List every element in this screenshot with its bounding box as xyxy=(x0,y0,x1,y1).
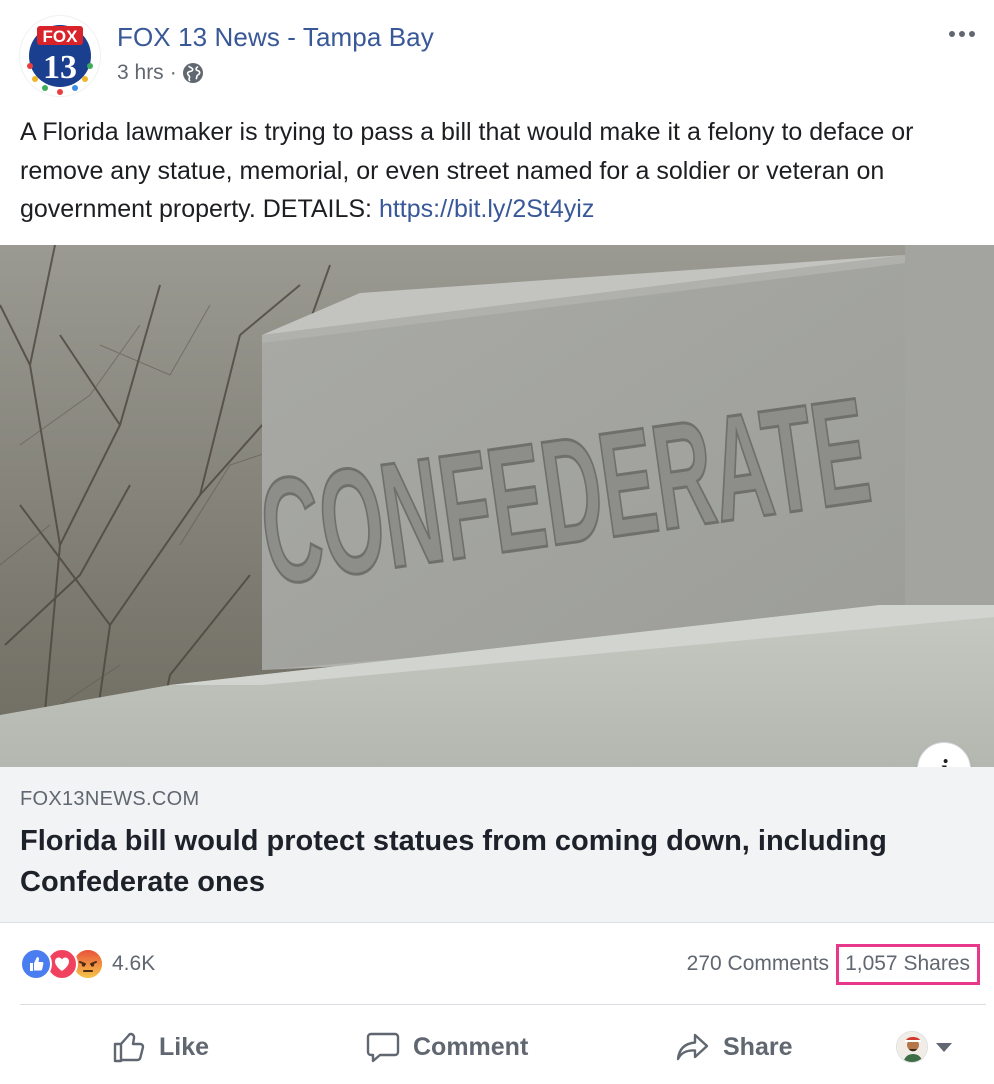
link-domain: FOX13NEWS.COM xyxy=(20,788,200,810)
page-avatar[interactable]: FOX 13 xyxy=(20,16,100,96)
shares-count-link[interactable]: 1,057 Shares xyxy=(836,943,980,985)
reaction-icons xyxy=(20,948,104,980)
post-timestamp[interactable]: 3 hrs xyxy=(117,61,164,85)
post-link[interactable]: https://bit.ly/2St4yiz xyxy=(379,195,594,223)
thumbs-up-icon xyxy=(113,1032,145,1063)
more-options-button[interactable] xyxy=(942,22,982,46)
fox13-logo-icon: FOX 13 xyxy=(20,16,100,96)
actions-divider xyxy=(20,1004,986,1005)
link-preview-image[interactable]: CONFEDERATE xyxy=(0,245,994,767)
comment-icon xyxy=(366,1032,400,1063)
post-body: A Florida lawmaker is trying to pass a b… xyxy=(20,113,980,229)
page-name-link[interactable]: FOX 13 News - Tampa Bay xyxy=(117,22,434,53)
more-dot xyxy=(949,31,955,37)
link-headline[interactable]: Florida bill would protect statues from … xyxy=(20,821,920,903)
share-label: Share xyxy=(723,1032,793,1061)
comment-button[interactable]: Comment xyxy=(365,1024,528,1070)
logo-fox-text: FOX xyxy=(43,27,79,46)
engagement-counts: 270 Comments 1,057 Shares xyxy=(687,942,980,986)
chevron-down-icon xyxy=(936,1042,952,1052)
user-avatar xyxy=(896,1031,928,1063)
comment-label: Comment xyxy=(413,1032,529,1061)
reaction-identity-selector[interactable] xyxy=(896,1029,952,1065)
reactions-summary[interactable]: 4.6K xyxy=(20,948,155,980)
globe-icon[interactable] xyxy=(182,62,204,84)
more-dot xyxy=(969,31,975,37)
link-caption[interactable]: FOX13NEWS.COM Florida bill would protect… xyxy=(0,767,994,923)
share-button[interactable]: Share xyxy=(675,1024,792,1070)
like-button[interactable]: Like xyxy=(111,1024,209,1070)
like-label: Like xyxy=(159,1032,210,1061)
share-arrow-icon xyxy=(676,1033,709,1061)
monument-photo: CONFEDERATE xyxy=(0,245,994,767)
meta-separator: · xyxy=(169,61,177,84)
reaction-count: 4.6K xyxy=(112,952,156,975)
more-dot xyxy=(959,31,965,37)
comments-count-link[interactable]: 270 Comments xyxy=(687,952,829,976)
like-reaction-icon xyxy=(20,948,52,980)
post-meta: 3 hrs · xyxy=(117,61,204,85)
logo-number-text: 13 xyxy=(43,49,77,86)
